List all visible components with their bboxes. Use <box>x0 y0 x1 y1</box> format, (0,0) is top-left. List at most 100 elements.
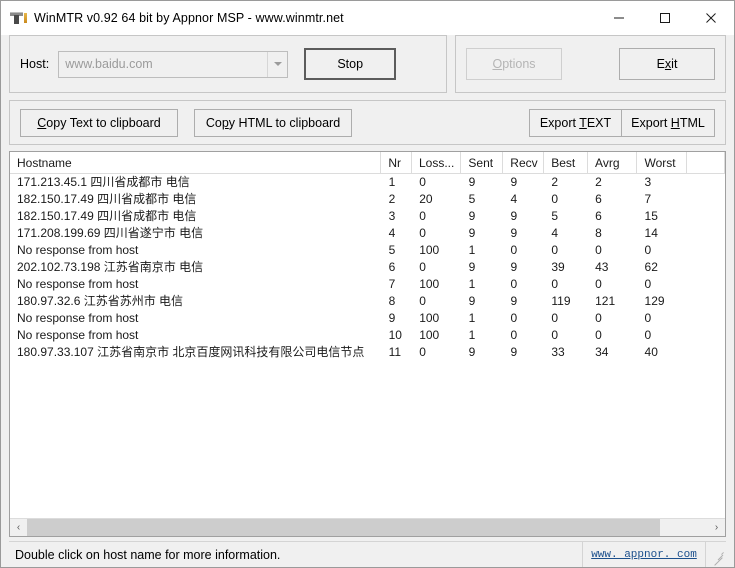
cell-worst: 14 <box>644 226 658 240</box>
cell-hostname: No response from host <box>17 243 139 257</box>
cell-hostname: No response from host <box>17 328 139 342</box>
cell-nr: 2 <box>388 192 396 206</box>
cell-hostname: 180.97.32.6 江苏省苏州市 电信 <box>17 294 184 308</box>
router-icon <box>9 9 27 27</box>
cell-best: 0 <box>551 277 559 291</box>
cell-recv: 9 <box>510 209 518 223</box>
hops-table: Hostname Nr Loss... Sent Recv Best Avrg … <box>9 151 726 537</box>
cell-sent: 1 <box>468 243 476 257</box>
cell-nr: 5 <box>388 243 396 257</box>
export-html-button[interactable]: Export HTML <box>622 108 715 137</box>
copy-html-button[interactable]: Copy HTML to clipboard <box>194 108 352 137</box>
cell-hostname: 182.150.17.49 四川省成都市 电信 <box>17 209 197 223</box>
cell-avrg: 8 <box>595 226 602 240</box>
column-header-hostname[interactable]: Hostname <box>10 152 382 173</box>
cell-loss: 100 <box>419 277 440 291</box>
cell-hostname: 171.208.199.69 四川省遂宁市 电信 <box>17 226 204 240</box>
cell-hostname: 171.213.45.1 四川省成都市 电信 <box>17 175 190 189</box>
cell-avrg: 0 <box>595 311 602 325</box>
host-input[interactable]: www.baidu.com <box>58 50 289 78</box>
column-header-best[interactable]: Best <box>544 152 589 173</box>
cell-worst: 0 <box>644 311 652 325</box>
cell-nr: 9 <box>388 311 396 325</box>
table-body: 171.213.45.1 四川省成都市 电信 1 0 9 9 2 2 3 182.150.17.… <box>10 174 725 518</box>
top-toolbar: Host: www.baidu.com Stop Options Exit <box>9 35 726 93</box>
cell-loss: 0 <box>419 345 426 359</box>
cell-sent: 5 <box>468 192 476 206</box>
status-bar: Double click on host name for more infor… <box>9 541 726 567</box>
cell-avrg: 0 <box>595 277 602 291</box>
scroll-left-icon[interactable]: ‹ <box>10 519 27 536</box>
minimize-button[interactable] <box>596 1 642 34</box>
copy-text-button[interactable]: Copy Text to clipboard <box>20 108 178 137</box>
appnor-link[interactable]: www. appnor. com <box>591 549 697 561</box>
cell-sent: 9 <box>468 175 476 189</box>
cell-avrg: 121 <box>595 294 616 308</box>
column-header-loss[interactable]: Loss... <box>411 152 462 173</box>
table-row[interactable]: 171.208.199.69 四川省遂宁市 电信 4 0 9 9 4 8 14 <box>10 225 725 242</box>
cell-hostname: No response from host <box>17 311 139 325</box>
close-button[interactable] <box>688 1 734 34</box>
cell-avrg: 6 <box>595 192 602 206</box>
cell-hostname: 202.102.73.198 江苏省南京市 电信 <box>17 260 204 274</box>
table-row[interactable]: No response from host 5 100 1 0 0 0 0 <box>10 242 725 259</box>
column-header-avrg[interactable]: Avrg <box>588 152 638 173</box>
cell-hostname: No response from host <box>17 277 139 291</box>
table-row[interactable]: No response from host 9 100 1 0 0 0 0 <box>10 310 725 327</box>
cell-hostname: 182.150.17.49 四川省成都市 电信 <box>17 192 197 206</box>
cell-loss: 100 <box>419 243 440 257</box>
host-label: Host: <box>20 57 50 71</box>
export-text-button[interactable]: Export TEXT <box>529 108 622 137</box>
cell-recv: 9 <box>510 175 518 189</box>
cell-nr: 10 <box>388 328 402 342</box>
table-row[interactable]: 182.150.17.49 四川省成都市 电信 2 20 5 4 0 6 7 <box>10 191 725 208</box>
cell-best: 5 <box>551 209 559 223</box>
maximize-button[interactable] <box>642 1 688 34</box>
cell-recv: 9 <box>510 226 518 240</box>
cell-loss: 0 <box>419 226 426 240</box>
window-title: WinMTR v0.92 64 bit by Appnor MSP - www.… <box>34 10 344 25</box>
cell-loss: 100 <box>419 328 440 342</box>
main-content: Host: www.baidu.com Stop Options Exit Co… <box>1 35 734 567</box>
resize-grip-icon[interactable] <box>706 542 726 567</box>
table-row[interactable]: 180.97.32.6 江苏省苏州市 电信 8 0 9 9 119 121 129 <box>10 293 725 310</box>
cell-worst: 0 <box>644 328 652 342</box>
cell-worst: 0 <box>644 243 652 257</box>
cell-recv: 9 <box>510 260 518 274</box>
cell-best: 0 <box>551 192 559 206</box>
scrollbar-thumb[interactable] <box>27 519 661 536</box>
table-row[interactable]: 202.102.73.198 江苏省南京市 电信 6 0 9 9 39 43 62 <box>10 259 725 276</box>
chevron-down-icon[interactable] <box>267 51 288 77</box>
status-hint: Double click on host name for more infor… <box>9 542 583 567</box>
cell-worst: 15 <box>644 209 658 223</box>
exit-button[interactable]: Exit <box>619 48 715 80</box>
cell-loss: 20 <box>419 192 433 206</box>
table-header: Hostname Nr Loss... Sent Recv Best Avrg … <box>10 152 725 174</box>
horizontal-scrollbar[interactable]: ‹ › <box>10 518 725 536</box>
table-row[interactable]: 171.213.45.1 四川省成都市 电信 1 0 9 9 2 2 3 <box>10 174 725 191</box>
table-row[interactable]: No response from host 7 100 1 0 0 0 0 <box>10 276 725 293</box>
cell-avrg: 0 <box>595 243 602 257</box>
column-header-worst[interactable]: Worst <box>637 152 687 173</box>
scroll-right-icon[interactable]: › <box>708 519 725 536</box>
stop-button[interactable]: Stop <box>304 48 397 80</box>
cell-avrg: 0 <box>595 328 602 342</box>
column-header-nr[interactable]: Nr <box>381 152 412 173</box>
cell-sent: 9 <box>468 260 476 274</box>
cell-worst: 62 <box>644 260 658 274</box>
column-header-last[interactable] <box>686 152 725 173</box>
window-controls <box>596 1 734 34</box>
winmtr-window: WinMTR v0.92 64 bit by Appnor MSP - www.… <box>0 0 735 568</box>
cell-best: 0 <box>551 328 559 342</box>
cell-sent: 9 <box>468 226 476 240</box>
column-header-recv[interactable]: Recv <box>503 152 545 173</box>
table-row[interactable]: 182.150.17.49 四川省成都市 电信 3 0 9 9 5 6 15 <box>10 208 725 225</box>
cell-avrg: 34 <box>595 345 609 359</box>
scrollbar-track[interactable] <box>27 519 708 536</box>
cell-loss: 0 <box>419 209 426 223</box>
column-header-sent[interactable]: Sent <box>461 152 504 173</box>
table-row[interactable]: 180.97.33.107 江苏省南京市 北京百度网讯科技有限公司电信节点 11 0… <box>10 344 725 361</box>
table-row[interactable]: No response from host 10 100 1 0 0 0 0 <box>10 327 725 344</box>
cell-worst: 0 <box>644 277 652 291</box>
cell-avrg: 2 <box>595 175 602 189</box>
